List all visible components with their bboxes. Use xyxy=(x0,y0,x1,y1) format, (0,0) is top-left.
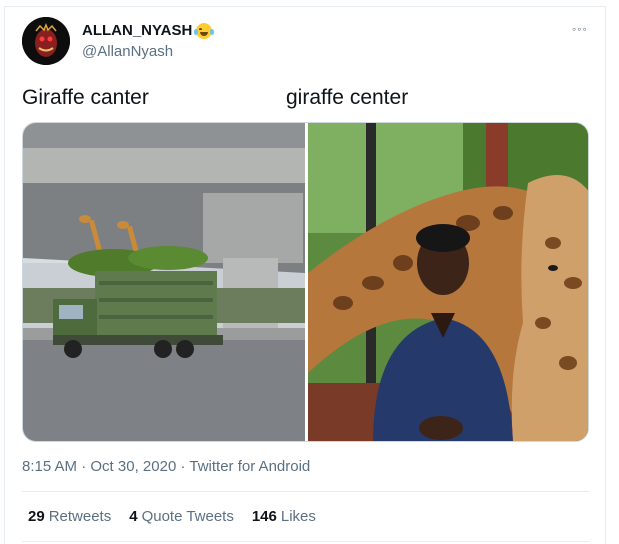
retweets-stat[interactable]: 29 Retweets xyxy=(28,508,111,525)
tweet-text-right: giraffe center xyxy=(286,86,409,109)
display-name-text[interactable]: ALLAN_NYASH xyxy=(82,22,192,39)
likes-count: 146 xyxy=(251,508,277,525)
photo-giraffe-truck[interactable] xyxy=(23,123,305,442)
divider-bottom xyxy=(22,541,589,542)
retweets-label: Retweets xyxy=(48,508,112,525)
tweet-date[interactable]: Oct 30, 2020 xyxy=(90,458,176,475)
meta-separator-2: · xyxy=(180,458,186,475)
engagement-stats: 29 Retweets 4 Quote Tweets 146 Likes xyxy=(28,508,316,525)
quotes-count: 4 xyxy=(129,508,138,525)
laughing-emoji-icon xyxy=(194,22,215,39)
divider-top xyxy=(22,491,589,492)
retweets-count: 29 xyxy=(28,508,45,525)
user-handle[interactable]: @AllanNyash xyxy=(82,43,173,60)
quotes-label: Quote Tweets xyxy=(141,508,234,525)
display-name[interactable]: ALLAN_NYASH xyxy=(82,22,215,39)
tweet-time[interactable]: 8:15 AM xyxy=(22,458,77,475)
photo-giraffe-center[interactable] xyxy=(308,123,589,442)
tweet-media[interactable] xyxy=(22,122,589,442)
quote-tweets-stat[interactable]: 4 Quote Tweets xyxy=(129,508,234,525)
avatar[interactable] xyxy=(22,17,70,65)
more-options-icon[interactable]: ◦◦◦ xyxy=(572,22,588,36)
tweet-metadata: 8:15 AM · Oct 30, 2020 · Twitter for And… xyxy=(22,458,310,475)
likes-label: Likes xyxy=(280,508,316,525)
tweet-source[interactable]: Twitter for Android xyxy=(189,458,310,475)
tweet-text-left: Giraffe canter xyxy=(22,86,149,109)
likes-stat[interactable]: 146 Likes xyxy=(252,508,316,525)
meta-separator: · xyxy=(81,458,87,475)
